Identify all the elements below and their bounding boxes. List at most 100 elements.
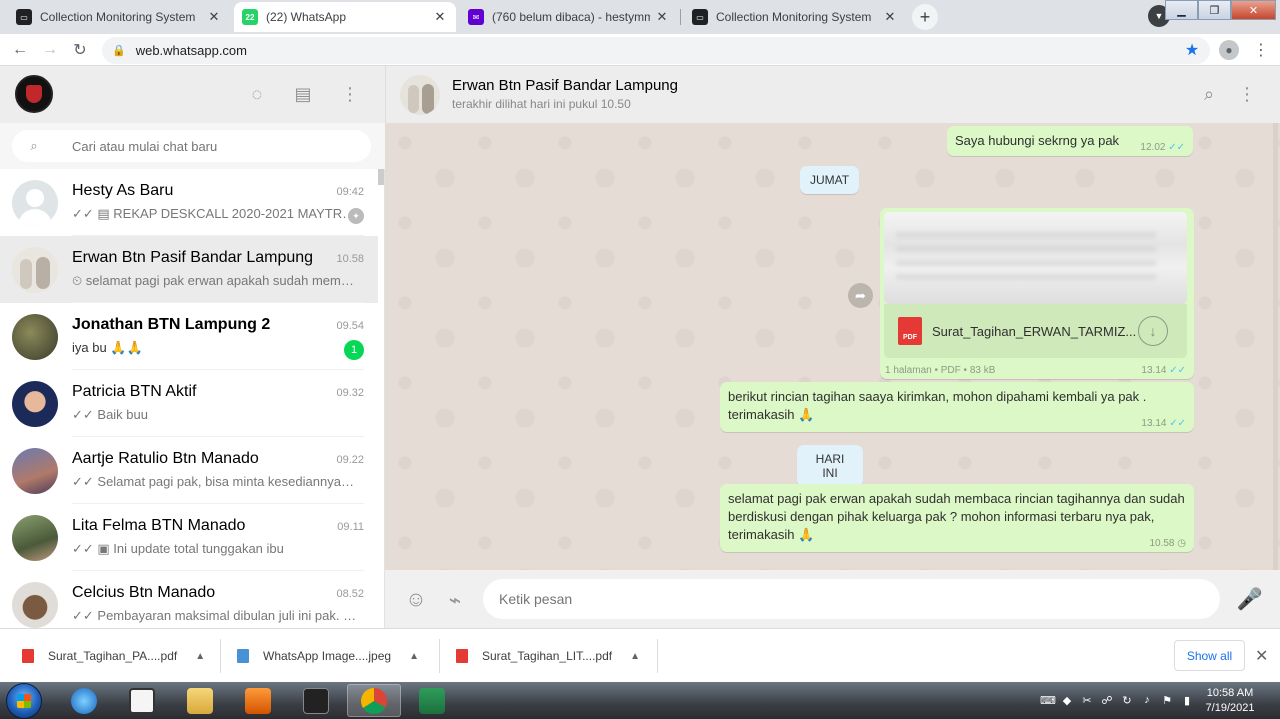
message-meta: 10.58 ◷: [1149, 538, 1186, 549]
document-preview[interactable]: [884, 212, 1187, 304]
chat-list-scrollbar[interactable]: [378, 169, 384, 185]
new-tab-button[interactable]: +: [912, 4, 938, 30]
tab-cms-1[interactable]: ▭ Collection Monitoring System ✕: [8, 2, 230, 32]
conversation-header: Erwan Btn Pasif Bandar Lampung terakhir …: [385, 66, 1280, 123]
close-tab-icon[interactable]: ✕: [882, 9, 898, 25]
chevron-up-icon[interactable]: ▲: [195, 651, 205, 662]
chat-item[interactable]: Erwan Btn Pasif Bandar Lampung 10.58 ⏲ s…: [0, 236, 378, 303]
contact-name[interactable]: Erwan Btn Pasif Bandar Lampung: [452, 77, 678, 94]
system-tray: ⌨ ◆ ✂ ☍ ↻ ♪ ⚑ ▮: [1040, 682, 1194, 719]
attach-icon[interactable]: ⌁: [442, 587, 468, 613]
emoji-icon[interactable]: ☺: [403, 587, 429, 613]
sidebar-header: ◌ ▤ ⋮: [0, 66, 385, 123]
flag-icon[interactable]: ⚑: [1160, 694, 1174, 708]
address-bar[interactable]: 🔒 web.whatsapp.com: [102, 37, 1210, 64]
profile-icon[interactable]: ●: [1218, 39, 1240, 61]
download-item[interactable]: Surat_Tagihan_LIT....pdf ▲: [456, 629, 640, 683]
new-chat-icon[interactable]: ▤: [291, 82, 315, 106]
contact-avatar[interactable]: [400, 75, 440, 115]
media-player-icon[interactable]: [231, 684, 285, 717]
menu-icon[interactable]: ⋮: [338, 82, 362, 106]
chat-item[interactable]: Patricia BTN Aktif 09.32 ✓✓ Baik buu: [0, 370, 378, 437]
document-row[interactable]: PDF Surat_Tagihan_ERWAN_TARMIZ... ↓: [884, 304, 1187, 358]
file-explorer-icon[interactable]: [173, 684, 227, 717]
status-icon[interactable]: ◌: [245, 82, 269, 106]
chat-item[interactable]: Aartje Ratulio Btn Manado 09.22 ✓✓ Selam…: [0, 437, 378, 504]
pdf-icon: PDF: [898, 317, 922, 345]
chat-item[interactable]: Jonathan BTN Lampung 2 09.54 iya bu 🙏🙏 1: [0, 303, 378, 370]
menu-icon[interactable]: ⋮: [1235, 82, 1259, 106]
chat-time: 08.52: [336, 588, 364, 600]
chat-time: 09.11: [337, 521, 364, 533]
message-area: Saya hubungi sekrng ya pak 12.02 ✓✓ JUMA…: [385, 123, 1280, 570]
chrome-icon[interactable]: [347, 684, 401, 717]
search-icon[interactable]: ⌕: [1197, 82, 1221, 106]
close-tab-icon[interactable]: ✕: [206, 9, 222, 25]
tab-whatsapp[interactable]: 22 (22) WhatsApp ✕: [234, 2, 456, 32]
avatar: [12, 380, 58, 427]
menu-kebab-icon[interactable]: ⋮: [1250, 39, 1272, 61]
alert-icon[interactable]: ◆: [1060, 694, 1074, 708]
my-avatar[interactable]: [15, 75, 53, 113]
volume-icon[interactable]: ♪: [1140, 694, 1154, 708]
document-info: 1 halaman • PDF • 83 kB: [885, 365, 996, 376]
chat-name: Erwan Btn Pasif Bandar Lampung: [72, 249, 314, 266]
signal-icon[interactable]: ▮: [1180, 694, 1194, 708]
tab-cms-2[interactable]: ▭ Collection Monitoring System ✕: [684, 2, 906, 32]
chat-item[interactable]: Hesty As Baru 09:42 ✓✓ ▤ REKAP DESKCALL …: [0, 169, 378, 236]
browser-toolbar: ← → ↻ 🔒 web.whatsapp.com ★ ● ⋮: [0, 34, 1280, 66]
search-icon[interactable]: ⌕: [12, 138, 56, 154]
tab-mail[interactable]: ✉ (760 belum dibaca) - hestymmp@ ✕: [460, 2, 678, 32]
image-file-icon: [237, 649, 249, 663]
keyboard-icon[interactable]: ⌨: [1040, 694, 1056, 708]
chat-preview: ✓✓ ▣ Ini update total tunggakan ibu: [72, 541, 284, 556]
close-window-button[interactable]: ✕: [1231, 0, 1276, 20]
chat-item[interactable]: Lita Felma BTN Manado 09.11 ✓✓ ▣ Ini upd…: [0, 504, 378, 571]
forward-icon[interactable]: →: [39, 39, 61, 61]
whatsapp-icon: 22: [242, 9, 258, 25]
close-tab-icon[interactable]: ✕: [432, 9, 448, 25]
calendar-app-icon[interactable]: [115, 684, 169, 717]
message-text: berikut rincian tagihan saaya kirimkan, …: [728, 389, 1147, 422]
chat-item[interactable]: Celcius Btn Manado 08.52 ✓✓ Pembayaran m…: [0, 571, 378, 628]
chevron-up-icon[interactable]: ▲: [630, 651, 640, 662]
excel-icon[interactable]: [405, 684, 459, 717]
chat-preview: iya bu 🙏🙏: [72, 340, 143, 355]
sidebar: ◌ ▤ ⋮ ⌕ Hesty As Baru 09:: [0, 66, 385, 628]
mail-icon: ✉: [468, 9, 484, 25]
chat-name: Celcius Btn Manado: [72, 584, 216, 601]
internet-explorer-icon[interactable]: [57, 684, 111, 717]
cms-icon: ▭: [16, 9, 32, 25]
close-tab-icon[interactable]: ✕: [654, 9, 670, 25]
tools-icon[interactable]: ✂: [1080, 694, 1094, 708]
maximize-button[interactable]: ❐: [1198, 0, 1231, 20]
microphone-icon[interactable]: 🎤: [1237, 587, 1263, 613]
message-text: selamat pagi pak erwan apakah sudah memb…: [728, 491, 1185, 542]
tab-title: (760 belum dibaca) - hestymmp@: [492, 10, 650, 24]
update-icon[interactable]: ↻: [1120, 694, 1134, 708]
clock[interactable]: 10:58 AM 7/19/2021: [1195, 686, 1265, 716]
message-input[interactable]: [483, 579, 1220, 619]
chat-time: 09.54: [336, 320, 364, 332]
reload-icon[interactable]: ↻: [69, 39, 91, 61]
close-icon[interactable]: ✕: [1255, 646, 1268, 666]
bookmark-star-icon[interactable]: ★: [1181, 39, 1203, 61]
media-player-classic-icon[interactable]: [289, 684, 343, 717]
back-icon[interactable]: ←: [9, 39, 31, 61]
chat-preview: ✓✓ Baik buu: [72, 407, 148, 422]
start-button[interactable]: [6, 683, 42, 719]
avatar: [12, 514, 58, 561]
network-app-icon[interactable]: ☍: [1100, 694, 1114, 708]
message-scrollbar[interactable]: [1273, 123, 1278, 570]
outgoing-document[interactable]: PDF Surat_Tagihan_ERWAN_TARMIZ... ↓ 1 ha…: [880, 208, 1194, 379]
show-all-button[interactable]: Show all: [1174, 640, 1245, 671]
download-item[interactable]: Surat_Tagihan_PA....pdf ▲: [22, 629, 205, 683]
chevron-up-icon[interactable]: ▲: [409, 651, 419, 662]
search-input[interactable]: [72, 138, 352, 154]
taskbar: ⌨ ◆ ✂ ☍ ↻ ♪ ⚑ ▮ 10:58 AM 7/19/2021: [0, 682, 1280, 719]
cms-icon: ▭: [692, 9, 708, 25]
minimize-button[interactable]: ▁: [1165, 0, 1198, 20]
forward-icon[interactable]: ➦: [848, 283, 873, 308]
download-icon[interactable]: ↓: [1138, 316, 1168, 346]
download-item[interactable]: WhatsApp Image....jpeg ▲: [237, 629, 419, 683]
